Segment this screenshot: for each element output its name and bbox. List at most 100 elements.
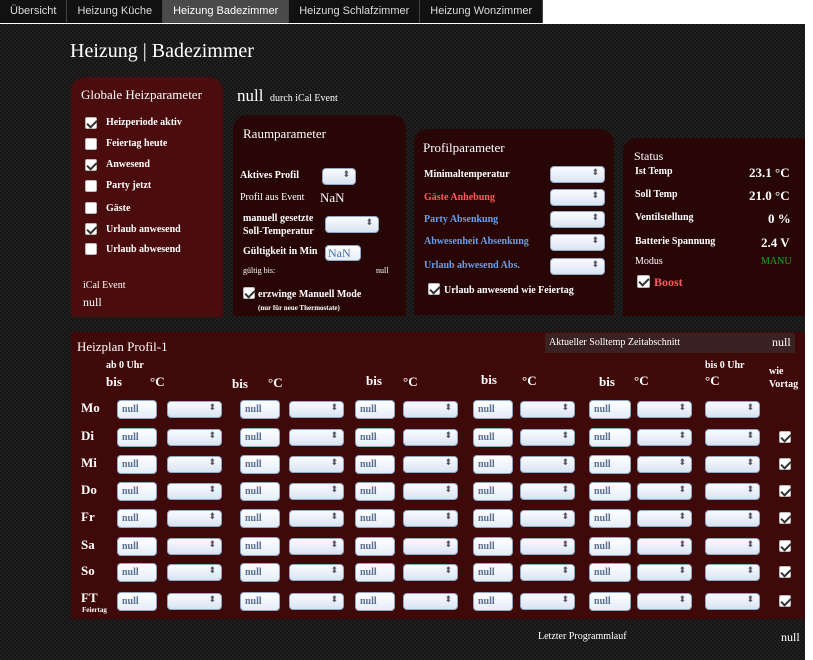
active-profile-select[interactable] xyxy=(322,168,356,185)
until-time-input[interactable]: null xyxy=(355,509,395,528)
absence-lower-select[interactable] xyxy=(550,234,605,251)
temperature-select[interactable] xyxy=(705,593,760,610)
party-lower-select[interactable] xyxy=(550,211,605,228)
same-as-previous-checkbox[interactable] xyxy=(779,458,791,470)
temperature-select[interactable] xyxy=(167,564,222,581)
temperature-select[interactable] xyxy=(637,510,692,527)
until-time-input[interactable]: null xyxy=(117,482,157,501)
temperature-select[interactable] xyxy=(637,538,692,555)
temperature-select[interactable] xyxy=(403,538,458,555)
force-manual-checkbox[interactable] xyxy=(243,287,255,299)
until-time-input[interactable]: null xyxy=(473,482,513,501)
temperature-select[interactable] xyxy=(289,401,344,418)
temperature-select[interactable] xyxy=(705,456,760,473)
temperature-select[interactable] xyxy=(705,510,760,527)
until-time-input[interactable]: null xyxy=(473,428,513,447)
until-time-input[interactable]: null xyxy=(355,482,395,501)
until-time-input[interactable]: null xyxy=(473,592,513,611)
until-time-input[interactable]: null xyxy=(240,563,280,582)
temperature-select[interactable] xyxy=(403,483,458,500)
same-as-previous-checkbox[interactable] xyxy=(779,595,791,607)
until-time-input[interactable]: null xyxy=(355,592,395,611)
until-time-input[interactable]: null xyxy=(473,509,513,528)
until-time-input[interactable]: null xyxy=(473,563,513,582)
boost-checkbox[interactable] xyxy=(637,275,650,288)
manual-temp-select[interactable] xyxy=(325,216,379,233)
temperature-select[interactable] xyxy=(167,429,222,446)
until-time-input[interactable]: null xyxy=(589,400,631,419)
min-temp-select[interactable] xyxy=(550,166,605,183)
tab-heizung-wonzimmer[interactable]: Heizung Wonzimmer xyxy=(420,0,544,23)
tab-heizung-badezimmer[interactable]: Heizung Badezimmer xyxy=(163,0,290,23)
temperature-select[interactable] xyxy=(167,510,222,527)
until-time-input[interactable]: null xyxy=(117,563,157,582)
temperature-select[interactable] xyxy=(403,456,458,473)
temperature-select[interactable] xyxy=(705,401,760,418)
temperature-select[interactable] xyxy=(637,593,692,610)
same-as-previous-checkbox[interactable] xyxy=(779,512,791,524)
until-time-input[interactable]: null xyxy=(240,509,280,528)
temperature-select[interactable] xyxy=(289,510,344,527)
same-as-previous-checkbox[interactable] xyxy=(779,540,791,552)
temperature-select[interactable] xyxy=(167,538,222,555)
urlaub-abwesend-checkbox[interactable] xyxy=(85,243,97,255)
until-time-input[interactable]: null xyxy=(473,537,513,556)
same-as-previous-checkbox[interactable] xyxy=(779,431,791,443)
temperature-select[interactable] xyxy=(167,456,222,473)
temperature-select[interactable] xyxy=(167,483,222,500)
until-time-input[interactable]: null xyxy=(589,455,631,474)
until-time-input[interactable]: null xyxy=(355,455,395,474)
temperature-select[interactable] xyxy=(289,593,344,610)
temperature-select[interactable] xyxy=(705,429,760,446)
temperature-select[interactable] xyxy=(403,593,458,610)
urlaub-anwesend-checkbox[interactable] xyxy=(85,223,97,235)
same-as-previous-checkbox[interactable] xyxy=(779,566,791,578)
tab-heizung-schlafzimmer[interactable]: Heizung Schlafzimmer xyxy=(289,0,421,23)
until-time-input[interactable]: null xyxy=(117,537,157,556)
temperature-select[interactable] xyxy=(520,456,575,473)
temperature-select[interactable] xyxy=(289,564,344,581)
until-time-input[interactable]: null xyxy=(240,400,280,419)
until-time-input[interactable]: null xyxy=(117,592,157,611)
heizperiode-checkbox[interactable] xyxy=(85,117,97,129)
temperature-select[interactable] xyxy=(403,510,458,527)
guest-raise-select[interactable] xyxy=(550,189,605,206)
until-time-input[interactable]: null xyxy=(117,400,157,419)
temperature-select[interactable] xyxy=(637,429,692,446)
temperature-select[interactable] xyxy=(520,483,575,500)
until-time-input[interactable]: null xyxy=(589,537,631,556)
temperature-select[interactable] xyxy=(705,483,760,500)
temperature-select[interactable] xyxy=(705,538,760,555)
until-time-input[interactable]: null xyxy=(355,400,395,419)
until-time-input[interactable]: null xyxy=(240,537,280,556)
until-time-input[interactable]: null xyxy=(117,455,157,474)
until-time-input[interactable]: null xyxy=(473,455,513,474)
until-time-input[interactable]: null xyxy=(589,563,631,582)
temperature-select[interactable] xyxy=(289,538,344,555)
validity-input[interactable]: NaN xyxy=(325,245,361,261)
anwesend-checkbox[interactable] xyxy=(85,159,97,171)
temperature-select[interactable] xyxy=(637,483,692,500)
temperature-select[interactable] xyxy=(520,593,575,610)
tab-uebersicht[interactable]: Übersicht xyxy=(0,0,68,23)
temperature-select[interactable] xyxy=(289,483,344,500)
until-time-input[interactable]: null xyxy=(355,563,395,582)
feiertag-checkbox[interactable] xyxy=(85,138,97,150)
same-as-previous-checkbox[interactable] xyxy=(779,485,791,497)
gaeste-checkbox[interactable] xyxy=(85,202,97,214)
temperature-select[interactable] xyxy=(520,401,575,418)
until-time-input[interactable]: null xyxy=(117,428,157,447)
until-time-input[interactable]: null xyxy=(117,509,157,528)
until-time-input[interactable]: null xyxy=(589,509,631,528)
until-time-input[interactable]: null xyxy=(355,537,395,556)
tab-heizung-kueche[interactable]: Heizung Küche xyxy=(67,0,164,23)
temperature-select[interactable] xyxy=(637,564,692,581)
temperature-select[interactable] xyxy=(705,564,760,581)
until-time-input[interactable]: null xyxy=(240,428,280,447)
until-time-input[interactable]: null xyxy=(240,455,280,474)
temperature-select[interactable] xyxy=(520,510,575,527)
until-time-input[interactable]: null xyxy=(240,592,280,611)
vacation-lower-select[interactable] xyxy=(550,258,605,275)
temperature-select[interactable] xyxy=(637,401,692,418)
until-time-input[interactable]: null xyxy=(355,428,395,447)
